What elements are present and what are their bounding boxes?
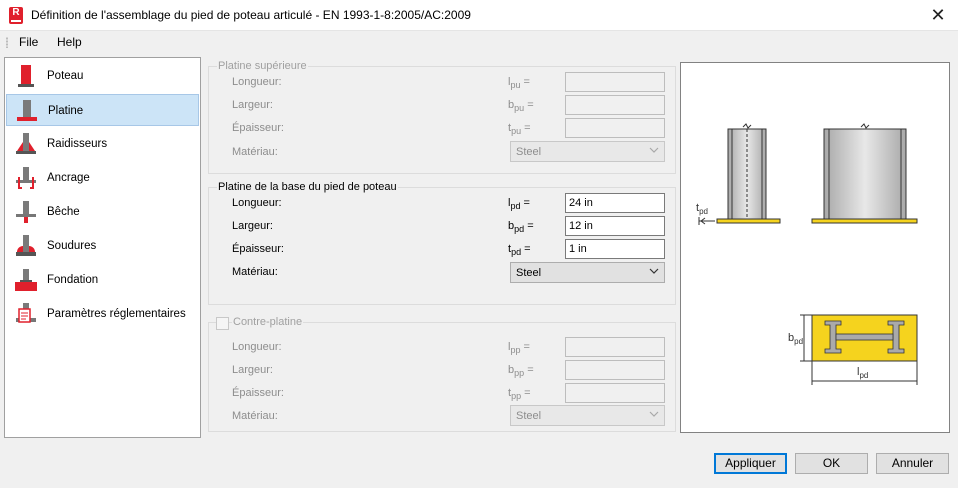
chevron-down-icon (649, 411, 659, 417)
upper-thickness-symbol: tpu = (508, 122, 531, 136)
preview-t-label: tpd (696, 202, 708, 216)
code-parameters-icon (16, 303, 36, 323)
sidebar-item-poteau[interactable]: Poteau (6, 60, 199, 92)
upper-width-label: Largeur: (232, 99, 273, 111)
sidebar: Poteau Platine Raidisseurs Ancrage Bêche… (4, 57, 201, 438)
upper-length-label: Longueur: (232, 76, 282, 88)
counter-width-symbol: bpp = (508, 364, 534, 378)
chevron-down-icon (649, 147, 659, 153)
sidebar-item-label: Fondation (47, 274, 99, 286)
sidebar-item-fondation[interactable]: Fondation (6, 264, 199, 296)
counter-material-select[interactable]: Steel (510, 405, 665, 426)
apply-button[interactable]: Appliquer (714, 453, 787, 474)
base-width-field[interactable]: 12 in (565, 216, 665, 236)
sidebar-item-beche[interactable]: Bêche (6, 196, 199, 228)
base-width-label: Largeur: (232, 220, 273, 232)
upper-thickness-label: Épaisseur: (232, 122, 284, 134)
counter-thickness-label: Épaisseur: (232, 387, 284, 399)
sidebar-item-label: Poteau (47, 70, 84, 82)
sidebar-item-label: Ancrage (47, 172, 90, 184)
column-front-view (811, 123, 918, 224)
counter-material-value: Steel (516, 410, 542, 422)
upper-material-select[interactable]: Steel (510, 141, 665, 162)
base-thickness-field[interactable]: 1 in (565, 239, 665, 259)
counter-thickness-symbol: tpp = (508, 387, 531, 401)
base-thickness-symbol: tpd = (508, 243, 531, 257)
column-icon (18, 65, 34, 87)
upper-plate-title: Platine supérieure (217, 60, 308, 72)
base-length-label: Longueur: (232, 197, 282, 209)
plate-plan-view: bpd lpd (788, 314, 918, 385)
sidebar-item-parametres-reglementaires[interactable]: Paramètres réglementaires (6, 298, 199, 330)
upper-thickness-field[interactable] (565, 118, 665, 138)
title-bar: R Définition de l'assemblage du pied de … (0, 0, 958, 31)
upper-length-field[interactable] (565, 72, 665, 92)
stiffeners-icon (16, 133, 36, 154)
window-title: Définition de l'assemblage du pied de po… (31, 8, 471, 22)
counter-plate-title: Contre-platine (232, 316, 304, 328)
sidebar-item-raidisseurs[interactable]: Raidisseurs (6, 128, 199, 160)
sidebar-item-label: Soudures (47, 240, 97, 252)
upper-material-label: Matériau: (232, 146, 278, 158)
base-plate-preview: tpd bpd lpd (680, 62, 950, 433)
counter-plate-checkbox[interactable] (216, 317, 229, 330)
base-plate-drawing: tpd bpd lpd (696, 123, 918, 385)
menu-grip-icon (6, 37, 8, 48)
sidebar-item-platine[interactable]: Platine (6, 94, 199, 126)
sidebar-item-ancrage[interactable]: Ancrage (6, 162, 199, 194)
upper-material-value: Steel (516, 146, 542, 158)
anchor-icon (16, 167, 36, 189)
column-side-view (716, 123, 781, 224)
sidebar-item-soudures[interactable]: Soudures (6, 230, 199, 262)
counter-length-field[interactable] (565, 337, 665, 357)
sidebar-item-label: Raidisseurs (47, 138, 108, 150)
upper-width-field[interactable] (565, 95, 665, 115)
base-material-label: Matériau: (232, 266, 278, 278)
chevron-down-icon (649, 268, 659, 274)
base-plate-title: Platine de la base du pied de poteau (217, 181, 398, 193)
counter-length-label: Longueur: (232, 341, 282, 353)
menu-bar: File Help (0, 31, 958, 53)
counter-thickness-field[interactable] (565, 383, 665, 403)
counter-width-field[interactable] (565, 360, 665, 380)
ok-button[interactable]: OK (795, 453, 868, 474)
base-length-symbol: lpd = (508, 197, 530, 211)
upper-width-symbol: bpu = (508, 99, 534, 113)
welds-icon (16, 235, 36, 256)
counter-material-label: Matériau: (232, 410, 278, 422)
menu-help[interactable]: Help (57, 35, 82, 49)
base-thickness-label: Épaisseur: (232, 243, 284, 255)
base-material-select[interactable]: Steel (510, 262, 665, 283)
counter-length-symbol: lpp = (508, 341, 530, 355)
preview-l-label: lpd (857, 366, 868, 380)
base-material-value: Steel (516, 267, 542, 279)
counter-width-label: Largeur: (232, 364, 273, 376)
shear-key-icon (16, 201, 36, 223)
foundation-icon (15, 269, 37, 291)
cancel-button[interactable]: Annuler (876, 453, 949, 474)
base-length-field[interactable]: 24 in (565, 193, 665, 213)
base-width-symbol: bpd = (508, 220, 534, 234)
sidebar-item-label: Platine (48, 105, 84, 117)
upper-length-symbol: lpu = (508, 76, 530, 90)
close-button[interactable]: ✕ (926, 4, 950, 26)
menu-file[interactable]: File (19, 35, 38, 49)
base-plate-icon (17, 100, 37, 121)
preview-b-label: bpd (788, 332, 803, 346)
app-icon: R (9, 7, 23, 24)
sidebar-item-label: Paramètres réglementaires (47, 308, 186, 320)
sidebar-item-label: Bêche (47, 206, 80, 218)
